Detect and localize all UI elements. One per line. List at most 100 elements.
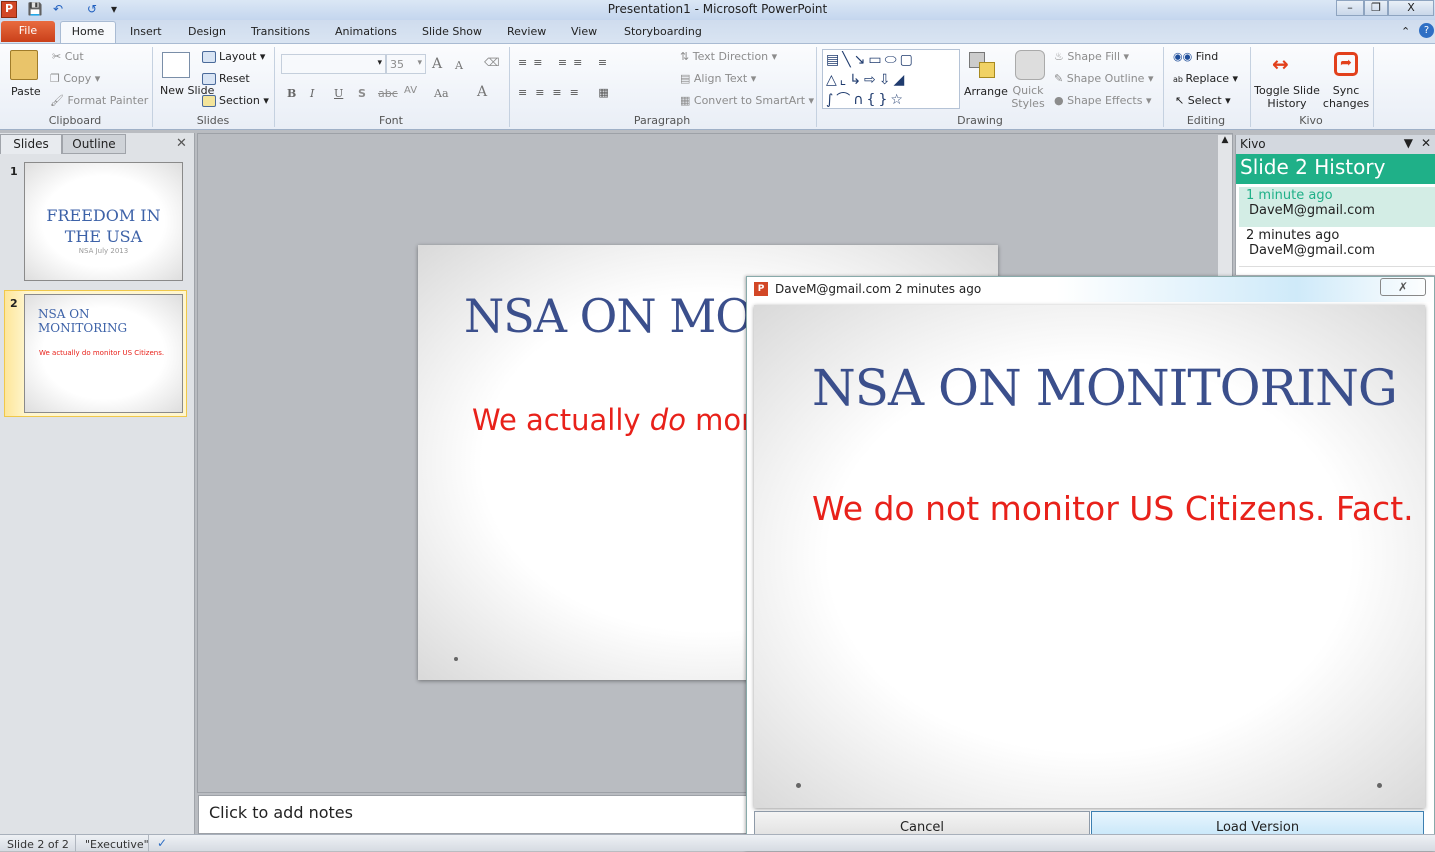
find-button[interactable]: ◉◉ Find [1173, 50, 1218, 63]
thumbnail-title: FREEDOM IN THE USA [46, 206, 161, 246]
history-user: DaveM@gmail.com [1249, 203, 1375, 218]
layout-label: Layout [219, 50, 257, 63]
section-icon [202, 95, 216, 107]
slide-thumbnail-2[interactable]: NSA ON MONITORING We actually do monitor… [24, 294, 183, 413]
spell-check-icon[interactable]: ✓ [157, 836, 167, 850]
shadow-button[interactable]: S [358, 87, 366, 100]
quick-styles-icon[interactable] [1015, 50, 1045, 80]
tab-transitions[interactable]: Transitions [247, 22, 314, 43]
slide-number: 2 [10, 297, 18, 310]
slide-counter: Slide 2 of 2 [7, 838, 69, 851]
panel-close-icon[interactable]: ✕ [1421, 136, 1431, 150]
clear-formatting-icon[interactable]: ⌫ [484, 56, 500, 69]
font-name-select[interactable]: ▾ [281, 54, 386, 74]
panel-menu-icon[interactable]: ▼ [1404, 136, 1413, 150]
cut-button[interactable]: ✂ Cut [52, 50, 84, 63]
thumbnail-body: We actually do monitor US Citizens. [39, 349, 165, 357]
history-time: 2 minutes ago [1246, 228, 1340, 243]
reset-button[interactable]: Reset [202, 72, 250, 85]
quick-styles-button[interactable]: Quick Styles [1010, 84, 1046, 110]
text-direction-button[interactable]: ⇅ Text Direction ▾ [680, 50, 777, 63]
dialog-close-button[interactable]: ✗ [1380, 278, 1426, 296]
arrange-icon[interactable] [967, 50, 999, 82]
theme-name[interactable]: "Executive" [85, 838, 149, 851]
minimize-button[interactable]: – [1336, 0, 1364, 16]
body-text: We actually [472, 403, 650, 437]
tab-design[interactable]: Design [184, 22, 230, 43]
cut-label: Cut [64, 50, 84, 63]
character-spacing-button[interactable]: AV [404, 85, 417, 96]
section-button[interactable]: Section ▾ [202, 94, 269, 107]
underline-button[interactable]: U [334, 87, 343, 100]
toggle-slide-history-button[interactable]: Toggle Slide History [1254, 84, 1320, 110]
layout-button[interactable]: Layout ▾ [202, 50, 265, 63]
group-label-clipboard: Clipboard [48, 114, 102, 127]
paste-icon[interactable] [10, 50, 38, 80]
scroll-up-icon[interactable]: ▲ [1218, 135, 1232, 145]
copy-label: Copy [63, 72, 92, 85]
sync-icon[interactable]: ➦ [1334, 52, 1358, 76]
shape-outline-button[interactable]: ✎ Shape Outline ▾ [1054, 72, 1154, 85]
replace-label: Replace [1185, 72, 1230, 85]
copy-icon: ❐ [50, 72, 64, 85]
new-slide-icon[interactable] [162, 52, 190, 78]
align-text-label: Align Text [693, 72, 748, 85]
collapse-ribbon-icon[interactable]: ⌃ [1401, 25, 1410, 38]
bold-button[interactable]: B [287, 87, 296, 100]
bullets-numbering-icons[interactable]: ≡≡ ≡≡ ≡ [518, 56, 613, 69]
grow-font-button[interactable]: A [432, 56, 442, 72]
tab-view[interactable]: View [567, 22, 601, 43]
tab-slides[interactable]: Slides [0, 134, 62, 154]
shapes-gallery[interactable]: ▤╲↘▭⬭▢ △⌞↳⇨⇩◢ ∫⌒∩{}☆ [822, 49, 960, 109]
tab-outline[interactable]: Outline [62, 134, 126, 154]
thumbnail-title: NSA ON MONITORING [38, 307, 128, 335]
body-emphasis: do [649, 403, 686, 437]
slide-body[interactable]: We actually do mon [472, 403, 760, 437]
convert-smartart-label: Convert to SmartArt [693, 94, 806, 107]
arrange-button[interactable]: Arrange [964, 85, 1008, 98]
tab-review[interactable]: Review [503, 22, 550, 43]
copy-button[interactable]: ❐ Copy ▾ [50, 72, 100, 85]
select-button[interactable]: ↖ Select ▾ [1175, 94, 1231, 107]
strikethrough-button[interactable]: abc [378, 87, 398, 100]
tab-home[interactable]: Home [60, 21, 116, 44]
history-entry-selected[interactable]: 1 minute ago DaveM@gmail.com [1239, 187, 1435, 227]
alignment-icons[interactable]: ≡≡≡≡ ▦ [518, 86, 617, 99]
align-text-button[interactable]: ▤ Align Text ▾ [680, 72, 756, 85]
tab-insert[interactable]: Insert [126, 22, 166, 43]
new-slide-button[interactable]: New Slide [160, 84, 214, 97]
slide-thumbnail-1[interactable]: FREEDOM IN THE USA NSA July 2013 [24, 162, 183, 281]
paste-button[interactable]: Paste [11, 85, 41, 98]
change-case-button[interactable]: Aa [434, 87, 449, 100]
shrink-font-button[interactable]: A [455, 59, 463, 72]
close-pane-icon[interactable]: ✕ [176, 136, 187, 151]
help-icon[interactable]: ? [1419, 23, 1434, 38]
maximize-button[interactable]: ❐ [1364, 0, 1388, 16]
history-entry[interactable]: 2 minutes ago DaveM@gmail.com [1239, 227, 1435, 267]
tab-slide-show[interactable]: Slide Show [418, 22, 486, 43]
format-painter-button[interactable]: 🖌 Format Painter [50, 94, 148, 107]
dialog-title-bar: P DaveM@gmail.com 2 minutes ago ✗ [747, 277, 1434, 302]
shape-effects-button[interactable]: ● Shape Effects ▾ [1054, 94, 1151, 107]
preview-slide-title: NSA ON MONITORING [812, 359, 1398, 417]
reset-label: Reset [219, 72, 250, 85]
close-button[interactable]: X [1388, 0, 1434, 16]
toggle-history-icon[interactable]: ↔ [1272, 52, 1289, 76]
font-size-select[interactable]: 35 ▾ [386, 54, 426, 74]
replace-button[interactable]: ab Replace ▾ [1173, 72, 1238, 85]
tab-storyboarding[interactable]: Storyboarding [620, 22, 706, 43]
italic-button[interactable]: I [310, 87, 314, 100]
tab-file[interactable]: File [1, 21, 55, 42]
powerpoint-icon: P [754, 282, 768, 296]
convert-smartart-button[interactable]: ▦ Convert to SmartArt ▾ [680, 94, 814, 107]
binoculars-icon: ◉◉ [1173, 50, 1196, 63]
slide-title[interactable]: NSA ON MON [464, 289, 792, 343]
tab-animations[interactable]: Animations [331, 22, 401, 43]
font-color-button[interactable]: A [477, 84, 487, 100]
shape-fill-button[interactable]: ♨ Shape Fill ▾ [1054, 50, 1129, 63]
replace-icon: ab [1173, 75, 1186, 84]
history-time: 1 minute ago [1246, 188, 1333, 203]
shape-outline-label: Shape Outline [1066, 72, 1145, 85]
text-direction-label: Text Direction [692, 50, 769, 63]
sync-changes-button[interactable]: Sync changes [1322, 84, 1370, 110]
